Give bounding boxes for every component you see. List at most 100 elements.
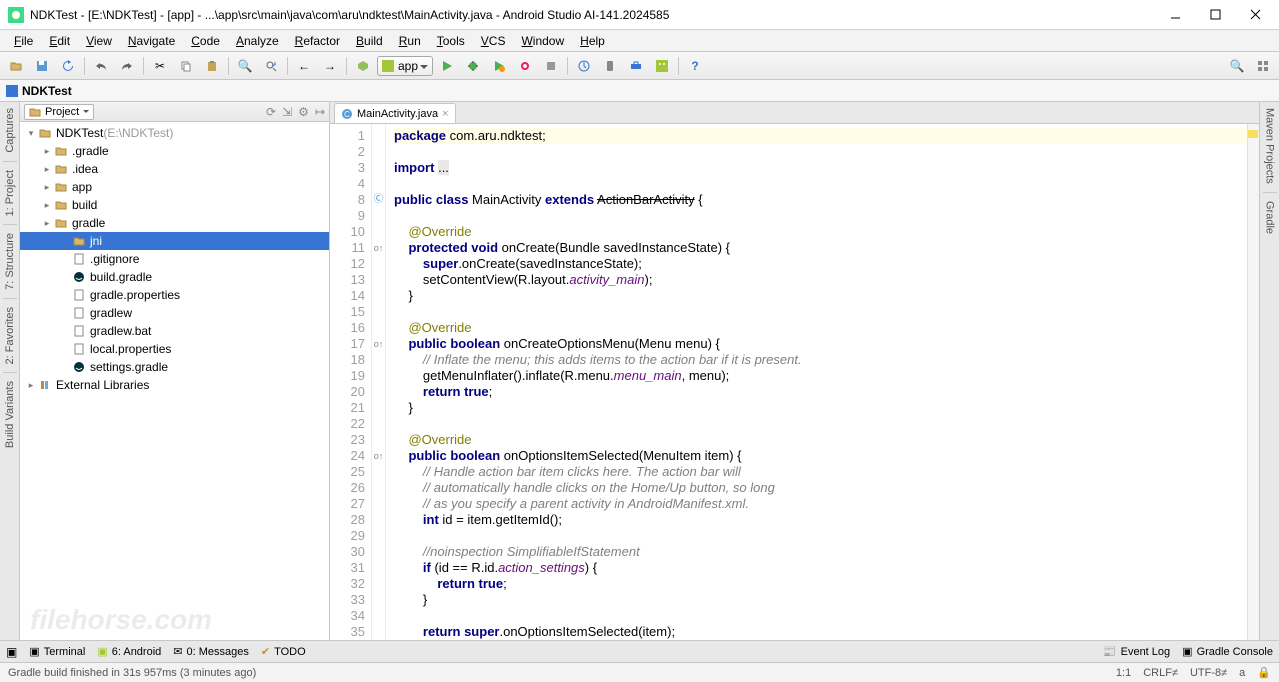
run-config-selector[interactable]: app: [377, 56, 433, 76]
maximize-button[interactable]: [1195, 0, 1235, 30]
help-icon[interactable]: ?: [683, 55, 707, 77]
tree-node-external-libraries[interactable]: ▸External Libraries: [20, 376, 329, 394]
left-tab-2-favorites[interactable]: 2: Favorites: [4, 301, 16, 370]
tree-node-local-properties[interactable]: local.properties: [20, 340, 329, 358]
scroll-to-source-icon[interactable]: ⟳: [266, 105, 276, 119]
sync-icon[interactable]: [56, 55, 80, 77]
close-tab-icon[interactable]: ×: [442, 108, 448, 120]
debug-icon[interactable]: [461, 55, 485, 77]
find-icon[interactable]: 🔍: [233, 55, 257, 77]
folder-icon: [54, 144, 68, 158]
sdk-manager-icon[interactable]: [624, 55, 648, 77]
back-icon[interactable]: ←: [292, 55, 316, 77]
menu-refactor[interactable]: Refactor: [287, 32, 348, 50]
menu-help[interactable]: Help: [572, 32, 613, 50]
folder-icon: [54, 162, 68, 176]
undo-icon[interactable]: [89, 55, 113, 77]
ddms-icon[interactable]: [650, 55, 674, 77]
tree-node-ndktest[interactable]: ▾NDKTest (E:\NDKTest): [20, 124, 329, 142]
svg-text:C: C: [344, 110, 350, 119]
search-everywhere-icon[interactable]: 🔍: [1225, 55, 1249, 77]
code-content[interactable]: package com.aru.ndktest; import ... publ…: [386, 124, 1259, 640]
tree-node-gradlew[interactable]: gradlew: [20, 304, 329, 322]
project-structure-icon[interactable]: [1251, 55, 1275, 77]
bottom-tool-window-toggle[interactable]: ▣: [6, 645, 17, 659]
tree-node--gitignore[interactable]: .gitignore: [20, 250, 329, 268]
tree-node-build-gradle[interactable]: build.gradle: [20, 268, 329, 286]
sync-gradle-icon[interactable]: [572, 55, 596, 77]
line-separator[interactable]: CRLF≠: [1143, 667, 1178, 679]
event-log-tool-button[interactable]: 📰 Event Log: [1103, 645, 1170, 658]
file-encoding[interactable]: UTF-8≠: [1190, 667, 1227, 679]
project-icon: [6, 85, 18, 97]
menu-code[interactable]: Code: [183, 32, 228, 50]
tree-node-jni[interactable]: jni: [20, 232, 329, 250]
run-config-label: app: [398, 59, 418, 73]
project-tree[interactable]: ▾NDKTest (E:\NDKTest)▸.gradle▸.idea▸app▸…: [20, 122, 329, 640]
editor-tab-mainactivity[interactable]: C MainActivity.java ×: [334, 103, 456, 123]
error-stripe[interactable]: [1247, 124, 1259, 640]
close-button[interactable]: [1235, 0, 1275, 30]
caret-position[interactable]: 1:1: [1116, 667, 1131, 679]
lock-icon[interactable]: 🔒: [1257, 666, 1271, 679]
left-tab-captures[interactable]: Captures: [4, 102, 16, 159]
copy-icon[interactable]: [174, 55, 198, 77]
tree-node--gradle[interactable]: ▸.gradle: [20, 142, 329, 160]
gear-icon[interactable]: ⚙: [298, 105, 309, 119]
left-tab-7-structure[interactable]: 7: Structure: [4, 227, 16, 296]
file-icon: [72, 324, 86, 338]
open-file-icon[interactable]: [4, 55, 28, 77]
right-tab-maven-projects[interactable]: Maven Projects: [1264, 102, 1276, 190]
terminal-tool-button[interactable]: ▣ Terminal: [29, 645, 85, 658]
cut-icon[interactable]: ✂: [148, 55, 172, 77]
right-tab-gradle[interactable]: Gradle: [1264, 195, 1276, 240]
menu-navigate[interactable]: Navigate: [120, 32, 183, 50]
avd-manager-icon[interactable]: [598, 55, 622, 77]
android-tool-button[interactable]: ▣ 6: Android: [97, 645, 161, 658]
menu-window[interactable]: Window: [513, 32, 572, 50]
stop-icon[interactable]: [539, 55, 563, 77]
menu-vcs[interactable]: VCS: [473, 32, 514, 50]
profile-icon[interactable]: [487, 55, 511, 77]
todo-tool-button[interactable]: ✔ TODO: [261, 645, 306, 658]
tree-node-gradle[interactable]: ▸gradle: [20, 214, 329, 232]
attach-debugger-icon[interactable]: [513, 55, 537, 77]
minimize-button[interactable]: [1155, 0, 1195, 30]
redo-icon[interactable]: [115, 55, 139, 77]
menu-analyze[interactable]: Analyze: [228, 32, 287, 50]
tree-node-app[interactable]: ▸app: [20, 178, 329, 196]
messages-tool-button[interactable]: ✉ 0: Messages: [173, 645, 249, 658]
project-view-selector[interactable]: Project: [24, 104, 94, 120]
tree-node-gradle-properties[interactable]: gradle.properties: [20, 286, 329, 304]
forward-icon[interactable]: →: [318, 55, 342, 77]
menu-file[interactable]: File: [6, 32, 41, 50]
paste-icon[interactable]: [200, 55, 224, 77]
file-icon: [72, 306, 86, 320]
tree-node-settings-gradle[interactable]: settings.gradle: [20, 358, 329, 376]
context-indicator[interactable]: a: [1239, 667, 1245, 679]
left-tab-build-variants[interactable]: Build Variants: [4, 375, 16, 454]
menu-tools[interactable]: Tools: [429, 32, 473, 50]
title-bar: NDKTest - [E:\NDKTest] - [app] - ...\app…: [0, 0, 1279, 30]
menu-edit[interactable]: Edit: [41, 32, 78, 50]
folder-icon: [54, 216, 68, 230]
save-all-icon[interactable]: [30, 55, 54, 77]
menu-view[interactable]: View: [78, 32, 120, 50]
run-icon[interactable]: [435, 55, 459, 77]
hide-icon[interactable]: ↦: [315, 105, 325, 119]
make-project-icon[interactable]: [351, 55, 375, 77]
navigation-bar: NDKTest: [0, 80, 1279, 102]
line-number-gutter: 1234891011121314151617181920212223242526…: [330, 124, 372, 640]
tree-node--idea[interactable]: ▸.idea: [20, 160, 329, 178]
menu-build[interactable]: Build: [348, 32, 391, 50]
tree-node-build[interactable]: ▸build: [20, 196, 329, 214]
code-editor[interactable]: 1234891011121314151617181920212223242526…: [330, 124, 1259, 640]
editor-area: C MainActivity.java × 123489101112131415…: [330, 102, 1259, 640]
tree-node-gradlew-bat[interactable]: gradlew.bat: [20, 322, 329, 340]
menu-run[interactable]: Run: [391, 32, 429, 50]
breadcrumb-root[interactable]: NDKTest: [22, 84, 72, 98]
gradle-console-tool-button[interactable]: ▣ Gradle Console: [1182, 645, 1273, 658]
left-tab-1-project[interactable]: 1: Project: [4, 164, 16, 222]
replace-icon[interactable]: [259, 55, 283, 77]
collapse-all-icon[interactable]: ⇲: [282, 105, 292, 119]
